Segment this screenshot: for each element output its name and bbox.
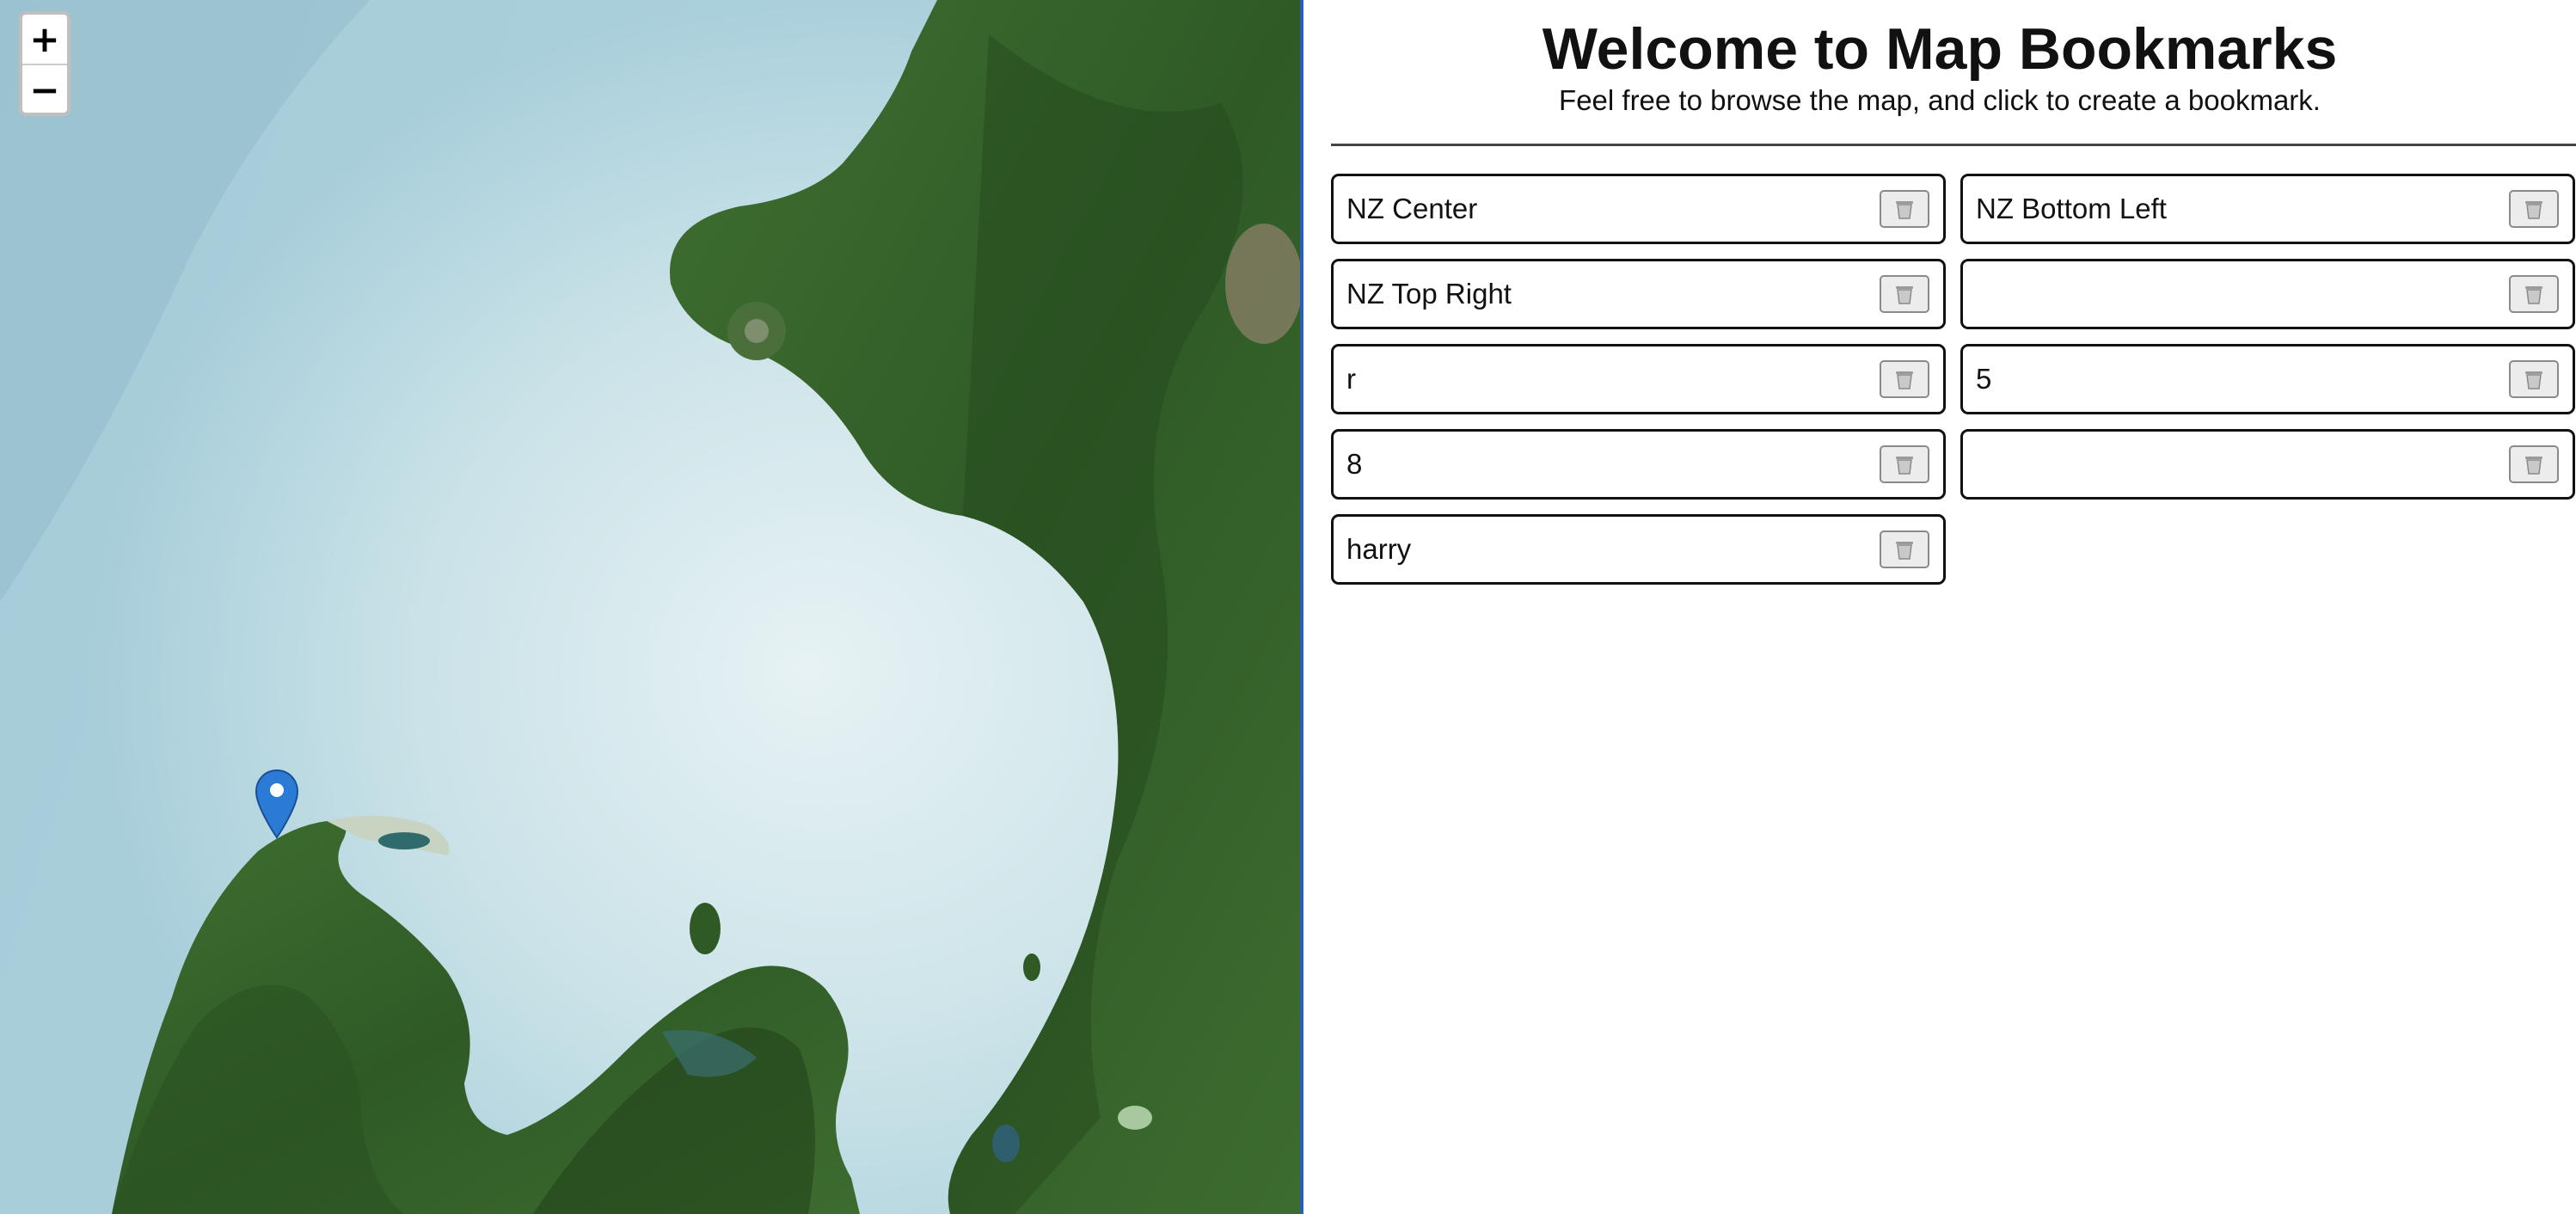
- trash-icon: [1896, 542, 1913, 560]
- bookmark-card[interactable]: 8: [1331, 429, 1946, 500]
- delete-bookmark-button[interactable]: [2509, 360, 2559, 398]
- delete-bookmark-button[interactable]: [1880, 275, 1929, 313]
- delete-bookmark-button[interactable]: [2509, 275, 2559, 313]
- bookmark-name: NZ Bottom Left: [1976, 193, 2167, 224]
- bookmark-name: 5: [1976, 363, 1992, 395]
- map-pin-icon[interactable]: [255, 769, 299, 839]
- satellite-imagery: [0, 0, 1300, 1214]
- trash-icon: [1896, 457, 1913, 475]
- bookmark-name: 8: [1346, 448, 1363, 480]
- bookmark-card[interactable]: [1960, 259, 2575, 329]
- bookmark-card[interactable]: harry: [1331, 514, 1946, 585]
- delete-bookmark-button[interactable]: [2509, 190, 2559, 228]
- delete-bookmark-button[interactable]: [1880, 360, 1929, 398]
- trash-icon: [1896, 371, 1913, 389]
- bookmark-card[interactable]: NZ Bottom Left: [1960, 174, 2575, 244]
- trash-icon: [1896, 201, 1913, 219]
- zoom-control: + −: [19, 11, 71, 116]
- bookmark-card[interactable]: [1960, 429, 2575, 500]
- bookmark-card[interactable]: 5: [1960, 344, 2575, 414]
- app-root: + − Welcome to Map Bookmarks Feel free t…: [0, 0, 2576, 1214]
- delete-bookmark-button[interactable]: [2509, 445, 2559, 483]
- bookmark-name: harry: [1346, 533, 1412, 565]
- delete-bookmark-button[interactable]: [1880, 445, 1929, 483]
- zoom-out-button[interactable]: −: [22, 65, 67, 113]
- bookmark-grid: NZ Center NZ Bottom Left NZ Top Right r …: [1331, 174, 2576, 585]
- bookmark-card[interactable]: r: [1331, 344, 1946, 414]
- page-title: Welcome to Map Bookmarks: [1542, 16, 2338, 82]
- trash-icon: [2525, 457, 2542, 475]
- trash-icon: [2525, 286, 2542, 304]
- header-divider: [1331, 144, 2576, 146]
- trash-icon: [2525, 371, 2542, 389]
- delete-bookmark-button[interactable]: [1880, 530, 1929, 568]
- delete-bookmark-button[interactable]: [1880, 190, 1929, 228]
- bookmark-name: NZ Center: [1346, 193, 1478, 224]
- bookmark-card[interactable]: NZ Center: [1331, 174, 1946, 244]
- map-view[interactable]: + −: [0, 0, 1300, 1214]
- bookmark-name: r: [1346, 363, 1356, 395]
- trash-icon: [2525, 201, 2542, 219]
- page-subtitle: Feel free to browse the map, and click t…: [1559, 84, 2321, 116]
- trash-icon: [1896, 286, 1913, 304]
- bookmark-card[interactable]: NZ Top Right: [1331, 259, 1946, 329]
- bookmark-name: NZ Top Right: [1346, 278, 1512, 310]
- bookmarks-panel: Welcome to Map Bookmarks Feel free to br…: [1303, 0, 2576, 1214]
- zoom-in-button[interactable]: +: [22, 15, 67, 65]
